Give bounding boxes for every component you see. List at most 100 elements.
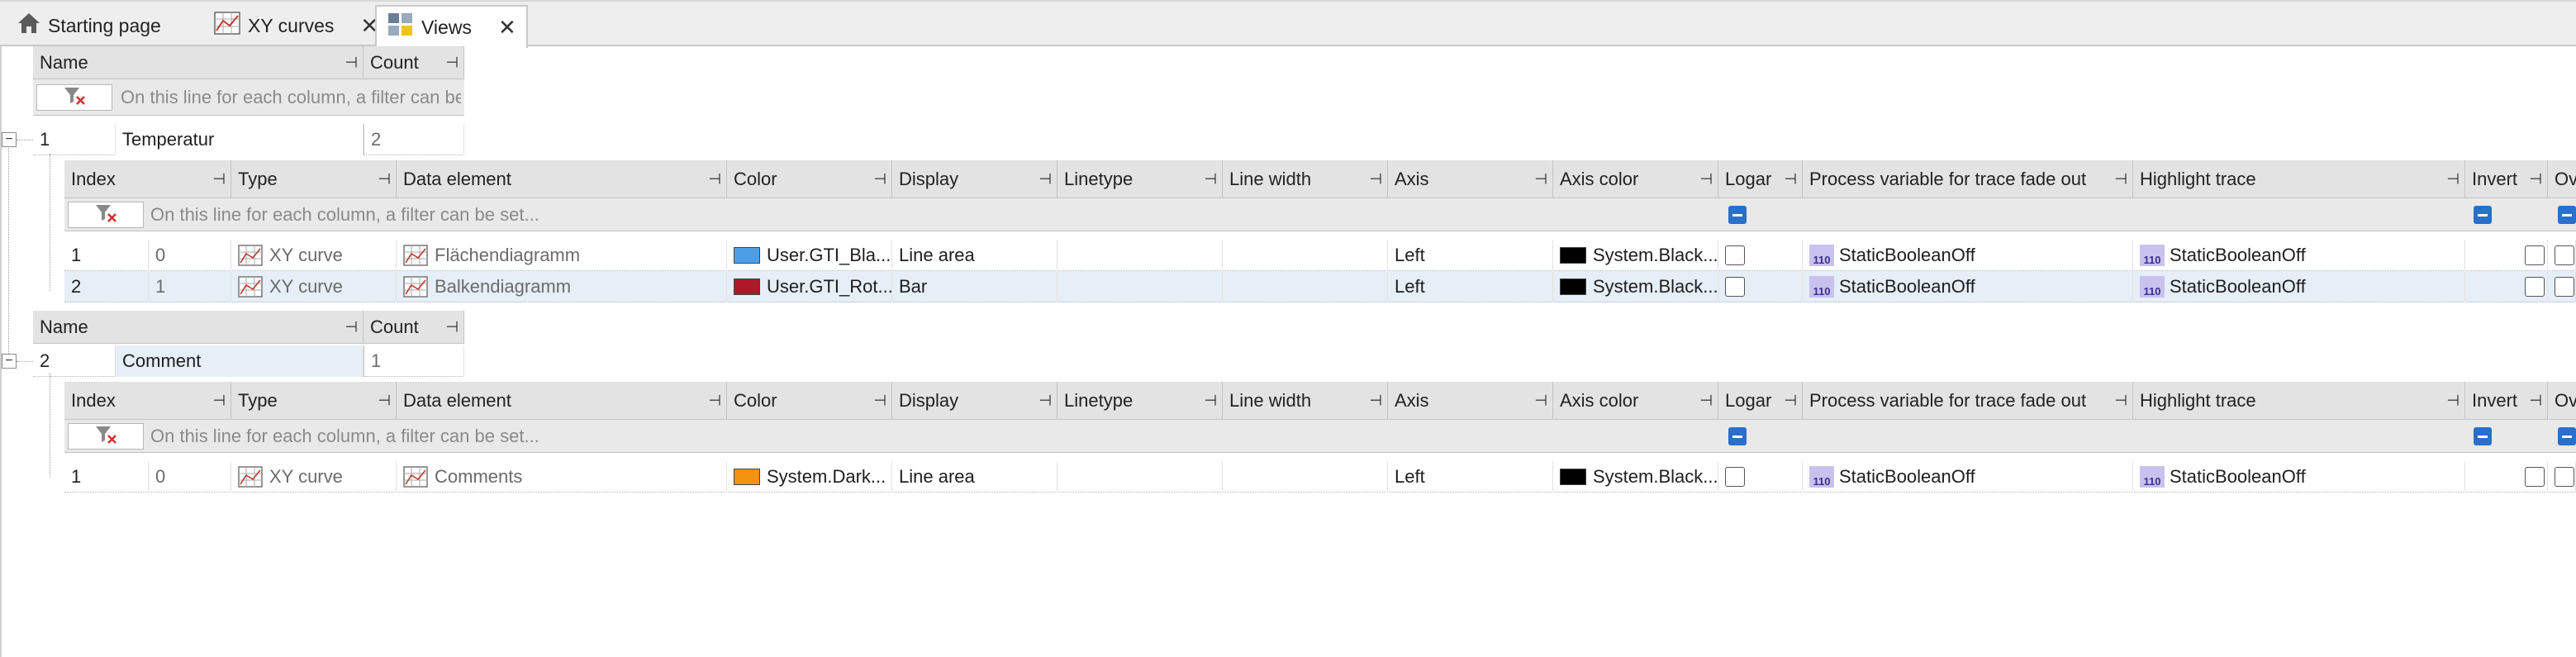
- invert-checkbox[interactable]: [2525, 245, 2545, 265]
- pin-icon[interactable]: ⊣: [873, 392, 886, 409]
- pin-icon[interactable]: ⊣: [1204, 392, 1217, 409]
- column-header-count[interactable]: Count ⊣: [364, 311, 464, 344]
- column-header-logar[interactable]: Logar ⊣: [1718, 382, 1803, 420]
- filter-logar-icon[interactable]: [1728, 206, 1747, 224]
- column-header-axis-color[interactable]: Axis color ⊣: [1553, 160, 1718, 198]
- cell-logar[interactable]: [1718, 461, 1803, 493]
- cell-axis-color[interactable]: System.Black...: [1553, 240, 1718, 271]
- filter-clear-button[interactable]: [68, 202, 144, 228]
- table-row[interactable]: 1 0 XY curve Flächendiagramm User.GTI_Bl…: [64, 240, 2576, 271]
- group-row[interactable]: 1 Temperatur 2: [33, 124, 464, 155]
- logar-checkbox[interactable]: [1725, 467, 1745, 487]
- cell-logar[interactable]: [1718, 240, 1803, 271]
- column-header-display[interactable]: Display ⊣: [892, 160, 1057, 198]
- column-header-line-width[interactable]: Line width ⊣: [1223, 160, 1388, 198]
- column-header-ov[interactable]: Ov: [2548, 160, 2576, 198]
- pin-icon[interactable]: ⊣: [1534, 170, 1547, 188]
- cell-line-width[interactable]: [1223, 461, 1388, 493]
- filter-clear-button[interactable]: [68, 423, 144, 450]
- column-header-invert[interactable]: Invert ⊣: [2465, 382, 2548, 420]
- ov-checkbox[interactable]: [2555, 277, 2574, 297]
- column-header-index[interactable]: Index ⊣: [64, 160, 231, 198]
- cell-axis[interactable]: Left: [1388, 271, 1553, 302]
- pin-icon[interactable]: ⊣: [345, 54, 358, 71]
- cell-invert[interactable]: [2465, 240, 2548, 271]
- group-row[interactable]: 2 Comment 1: [33, 345, 464, 377]
- cell-index[interactable]: 0: [149, 240, 231, 271]
- table-row[interactable]: 2 1 XY curve Balkendiagramm User.GTI_Rot…: [64, 271, 2576, 302]
- cell-linetype[interactable]: [1057, 271, 1223, 302]
- pin-icon[interactable]: ⊣: [1038, 392, 1052, 409]
- cell-linetype[interactable]: [1057, 461, 1223, 493]
- cell-invert[interactable]: [2465, 271, 2548, 302]
- pin-icon[interactable]: ⊣: [345, 318, 358, 336]
- cell-axis-color[interactable]: System.Black...: [1553, 271, 1718, 302]
- pin-icon[interactable]: ⊣: [378, 170, 391, 188]
- cell-ov[interactable]: [2548, 271, 2576, 302]
- filter-hint[interactable]: On this line for each column, a filter c…: [121, 84, 461, 111]
- table-row[interactable]: 1 0 XY curve Comments System.Dark... Lin…: [64, 461, 2576, 493]
- filter-ov-icon[interactable]: [2558, 427, 2576, 445]
- cell-pv-fade[interactable]: 110 StaticBooleanOff: [1803, 240, 2133, 271]
- column-header-count[interactable]: Count ⊣: [364, 46, 464, 79]
- filter-invert-icon[interactable]: [2474, 427, 2492, 445]
- column-header-display[interactable]: Display ⊣: [892, 382, 1057, 420]
- logar-checkbox[interactable]: [1725, 277, 1745, 297]
- pin-icon[interactable]: ⊣: [1038, 170, 1052, 188]
- cell-axis[interactable]: Left: [1388, 240, 1553, 271]
- cell-type[interactable]: XY curve: [231, 240, 397, 271]
- pin-icon[interactable]: ⊣: [2446, 392, 2460, 409]
- pin-icon[interactable]: ⊣: [2529, 170, 2542, 188]
- filter-invert-icon[interactable]: [2474, 206, 2492, 224]
- collapse-icon[interactable]: −: [2, 132, 17, 147]
- pin-icon[interactable]: ⊣: [2114, 170, 2127, 188]
- tab-views[interactable]: Views ✕: [375, 5, 528, 48]
- pin-icon[interactable]: ⊣: [708, 392, 721, 409]
- cell-index[interactable]: 1: [149, 271, 231, 302]
- column-header-index[interactable]: Index ⊣: [64, 382, 231, 420]
- cell-data-element[interactable]: Balkendiagramm: [397, 271, 727, 302]
- cell-display[interactable]: Line area: [892, 240, 1057, 271]
- cell-color[interactable]: User.GTI_Rot...: [727, 271, 892, 302]
- group-name[interactable]: Comment: [116, 345, 364, 377]
- pin-icon[interactable]: ⊣: [2114, 392, 2127, 409]
- cell-highlight[interactable]: 110 StaticBooleanOff: [2133, 271, 2465, 302]
- filter-hint[interactable]: On this line for each column, a filter c…: [150, 420, 729, 453]
- cell-axis-color[interactable]: System.Black...: [1553, 461, 1718, 493]
- cell-color[interactable]: System.Dark...: [727, 461, 892, 493]
- column-header-axis[interactable]: Axis ⊣: [1388, 160, 1553, 198]
- cell-data-element[interactable]: Comments: [397, 461, 727, 493]
- cell-ov[interactable]: [2548, 461, 2576, 493]
- pin-icon[interactable]: ⊣: [708, 170, 721, 188]
- cell-linetype[interactable]: [1057, 240, 1223, 271]
- pin-icon[interactable]: ⊣: [1699, 170, 1713, 188]
- cell-data-element[interactable]: Flächendiagramm: [397, 240, 727, 271]
- column-header-linetype[interactable]: Linetype ⊣: [1057, 382, 1223, 420]
- column-header-data-element[interactable]: Data element ⊣: [397, 382, 727, 420]
- ov-checkbox[interactable]: [2555, 245, 2574, 265]
- column-header-type[interactable]: Type ⊣: [231, 382, 397, 420]
- column-header-type[interactable]: Type ⊣: [231, 160, 397, 198]
- pin-icon[interactable]: ⊣: [1369, 392, 1382, 409]
- cell-ov[interactable]: [2548, 240, 2576, 271]
- filter-clear-button[interactable]: [36, 84, 112, 111]
- pin-icon[interactable]: ⊣: [2446, 170, 2460, 188]
- pin-icon[interactable]: ⊣: [1784, 392, 1797, 409]
- column-header-highlight[interactable]: Highlight trace ⊣: [2133, 160, 2465, 198]
- column-header-linetype[interactable]: Linetype ⊣: [1057, 160, 1223, 198]
- column-header-highlight[interactable]: Highlight trace ⊣: [2133, 382, 2465, 420]
- cell-type[interactable]: XY curve: [231, 461, 397, 493]
- pin-icon[interactable]: ⊣: [445, 54, 459, 71]
- column-header-logar[interactable]: Logar ⊣: [1718, 160, 1803, 198]
- column-header-pv-fade[interactable]: Process variable for trace fade out ⊣: [1803, 160, 2133, 198]
- cell-invert[interactable]: [2465, 461, 2548, 493]
- filter-hint[interactable]: On this line for each column, a filter c…: [150, 198, 729, 231]
- column-header-color[interactable]: Color ⊣: [727, 382, 892, 420]
- invert-checkbox[interactable]: [2525, 277, 2545, 297]
- cell-display[interactable]: Bar: [892, 271, 1057, 302]
- column-header-axis[interactable]: Axis ⊣: [1388, 382, 1553, 420]
- pin-icon[interactable]: ⊣: [212, 170, 226, 188]
- pin-icon[interactable]: ⊣: [1784, 170, 1797, 188]
- cell-color[interactable]: User.GTI_Bla...: [727, 240, 892, 271]
- column-header-pv-fade[interactable]: Process variable for trace fade out ⊣: [1803, 382, 2133, 420]
